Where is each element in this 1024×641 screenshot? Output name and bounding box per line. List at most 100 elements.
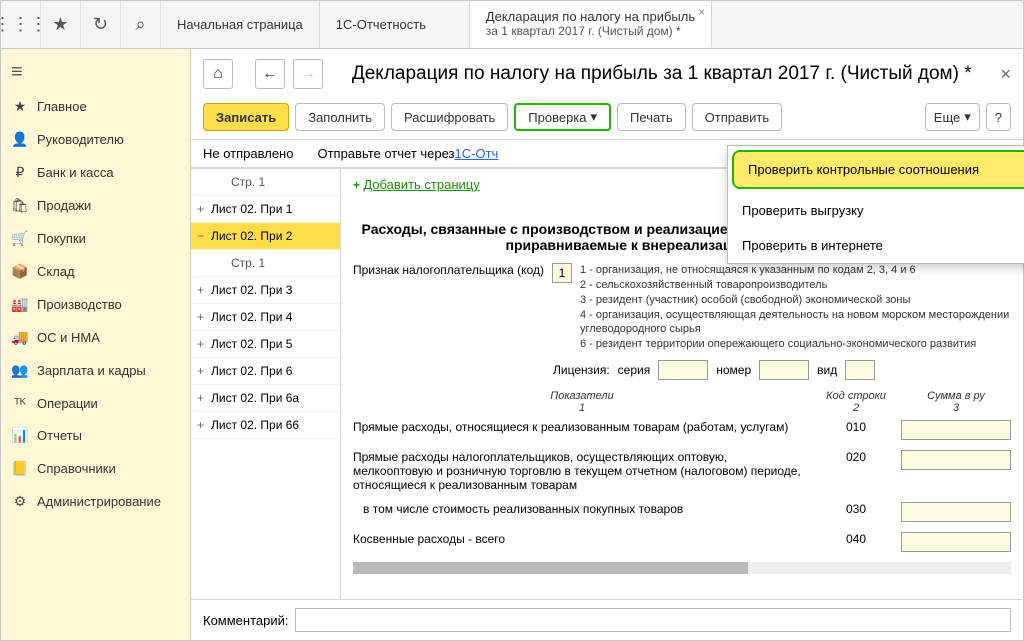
sidebar-toggle[interactable]: ≡: [1, 55, 190, 90]
send-button[interactable]: Отправить: [692, 103, 782, 131]
page-item[interactable]: +Лист 02. При 6а: [191, 385, 340, 412]
horizontal-scrollbar[interactable]: [353, 562, 1011, 574]
favorite-icon[interactable]: ★: [41, 1, 81, 48]
collapse-icon[interactable]: −: [197, 229, 207, 243]
check-button[interactable]: Проверка▾: [514, 103, 611, 131]
sidebar-item-operations[interactable]: ᵀᴷОперации: [1, 387, 190, 419]
close-icon[interactable]: ×: [1000, 64, 1011, 85]
license-number-field[interactable]: [759, 360, 809, 380]
page-item[interactable]: +Лист 02. При 4: [191, 304, 340, 331]
sidebar-item-main[interactable]: ★Главное: [1, 90, 190, 123]
table-header: Показатели1 Код строки2 Сумма в ру3: [353, 390, 1011, 414]
check-relations-item[interactable]: Проверить контрольные соотношения: [732, 150, 1024, 189]
expand-icon[interactable]: +: [197, 283, 207, 297]
license-label: Лицензия:: [553, 363, 610, 377]
amount-field[interactable]: [901, 532, 1011, 552]
factory-icon: 🏭: [11, 296, 29, 313]
chevron-down-icon: ▾: [964, 109, 971, 125]
sidebar-item-production[interactable]: 🏭Производство: [1, 288, 190, 321]
tab-home[interactable]: Начальная страница: [161, 1, 320, 48]
expand-icon[interactable]: +: [197, 337, 207, 351]
comment-input[interactable]: [295, 608, 1012, 632]
sidebar-item-reports[interactable]: 📊Отчеты: [1, 419, 190, 452]
star-icon: ★: [11, 98, 29, 115]
sidebar-item-catalogs[interactable]: 📒Справочники: [1, 452, 190, 485]
table-row: в том числе стоимость реализованных поку…: [353, 502, 1011, 522]
table-row: Прямые расходы налогоплательщиков, осуще…: [353, 450, 1011, 492]
sidebar-item-sales[interactable]: 🛍Продажи: [1, 189, 190, 222]
add-page-link[interactable]: Добавить страницу: [363, 177, 479, 192]
decode-button[interactable]: Расшифровать: [391, 103, 508, 131]
status-hint: Отправьте отчет через: [317, 146, 454, 161]
tab-reporting[interactable]: 1С-Отчетность: [320, 1, 470, 48]
search-icon[interactable]: ⌕: [121, 1, 161, 48]
table-row: Прямые расходы, относящиеся к реализован…: [353, 420, 1011, 440]
tab-label: Начальная страница: [177, 17, 303, 32]
amount-field[interactable]: [901, 420, 1011, 440]
fill-button[interactable]: Заполнить: [295, 103, 385, 131]
ops-icon: ᵀᴷ: [11, 395, 29, 411]
amount-field[interactable]: [901, 450, 1011, 470]
sidebar: ≡ ★Главное 👤Руководителю ₽Банк и касса 🛍…: [1, 49, 191, 640]
chart-icon: 📊: [11, 427, 29, 444]
help-button[interactable]: ?: [986, 103, 1011, 131]
pages-tree[interactable]: Стр. 1 +Лист 02. При 1 −Лист 02. При 2 С…: [191, 169, 341, 599]
sidebar-item-manager[interactable]: 👤Руководителю: [1, 123, 190, 156]
page-item[interactable]: +Лист 02. При 3: [191, 277, 340, 304]
taxpayer-code-label: Признак налогоплательщика (код): [353, 263, 544, 277]
forward-button[interactable]: →: [293, 59, 323, 89]
tab-label: 1С-Отчетность: [336, 17, 453, 32]
people-icon: 👥: [11, 362, 29, 379]
page-item[interactable]: +Лист 02. При 5: [191, 331, 340, 358]
check-online-item[interactable]: Проверить в интернете: [728, 228, 1024, 263]
app-grid-icon[interactable]: ⋮⋮⋮: [1, 1, 41, 48]
amount-field[interactable]: [901, 502, 1011, 522]
expand-icon[interactable]: +: [197, 391, 207, 405]
book-icon: 📒: [11, 460, 29, 477]
check-dropdown: Проверить контрольные соотношения Провер…: [727, 145, 1024, 264]
sidebar-item-warehouse[interactable]: 📦Склад: [1, 255, 190, 288]
chevron-down-icon: ▾: [591, 109, 598, 125]
tab-label: Декларация по налогу на прибыль: [486, 9, 695, 24]
tab-declaration[interactable]: Декларация по налогу на прибыль за 1 ква…: [470, 1, 712, 48]
expand-icon[interactable]: +: [197, 364, 207, 378]
page-item[interactable]: +Лист 02. При 1: [191, 196, 340, 223]
plus-icon: +: [353, 178, 363, 192]
check-export-item[interactable]: Проверить выгрузку: [728, 193, 1024, 228]
back-button[interactable]: ←: [255, 59, 285, 89]
gear-icon: ⚙: [11, 493, 29, 510]
sidebar-item-admin[interactable]: ⚙Администрирование: [1, 485, 190, 518]
code-legend: 1 - организация, не относящаяся к указан…: [580, 263, 1011, 352]
page-item[interactable]: +Лист 02. При 6: [191, 358, 340, 385]
send-status: Не отправлено: [203, 146, 293, 161]
comment-label: Комментарий:: [203, 613, 289, 628]
sidebar-item-salary[interactable]: 👥Зарплата и кадры: [1, 354, 190, 387]
expand-icon[interactable]: +: [197, 310, 207, 324]
send-via-link[interactable]: 1С-Отч: [455, 146, 499, 161]
page-item[interactable]: −Лист 02. При 2: [191, 223, 340, 250]
page-title: Декларация по налогу на прибыль за 1 ква…: [331, 63, 992, 85]
page-item[interactable]: Стр. 1: [191, 250, 340, 277]
person-icon: 👤: [11, 131, 29, 148]
sidebar-item-assets[interactable]: 🚚ОС и НМА: [1, 321, 190, 354]
expand-icon[interactable]: +: [197, 202, 207, 216]
close-icon[interactable]: ×: [698, 5, 705, 19]
ruble-icon: ₽: [11, 164, 29, 181]
print-button[interactable]: Печать: [617, 103, 686, 131]
expand-icon[interactable]: +: [197, 418, 207, 432]
page-item[interactable]: Стр. 1: [191, 169, 340, 196]
tab-sublabel: за 1 квартал 2017 г. (Чистый дом) *: [486, 24, 695, 38]
more-button[interactable]: Еще▾: [925, 103, 980, 131]
box-icon: 📦: [11, 263, 29, 280]
history-icon[interactable]: ↻: [81, 1, 121, 48]
save-button[interactable]: Записать: [203, 103, 289, 131]
sidebar-item-purchases[interactable]: 🛒Покупки: [1, 222, 190, 255]
license-serial-field[interactable]: [658, 360, 708, 380]
license-kind-field[interactable]: [845, 360, 875, 380]
table-row: Косвенные расходы - всего 040: [353, 532, 1011, 552]
truck-icon: 🚚: [11, 329, 29, 346]
sidebar-item-bank[interactable]: ₽Банк и касса: [1, 156, 190, 189]
page-item[interactable]: +Лист 02. При 66: [191, 412, 340, 439]
taxpayer-code-field[interactable]: 1: [552, 263, 572, 283]
home-button[interactable]: ⌂: [203, 59, 233, 89]
